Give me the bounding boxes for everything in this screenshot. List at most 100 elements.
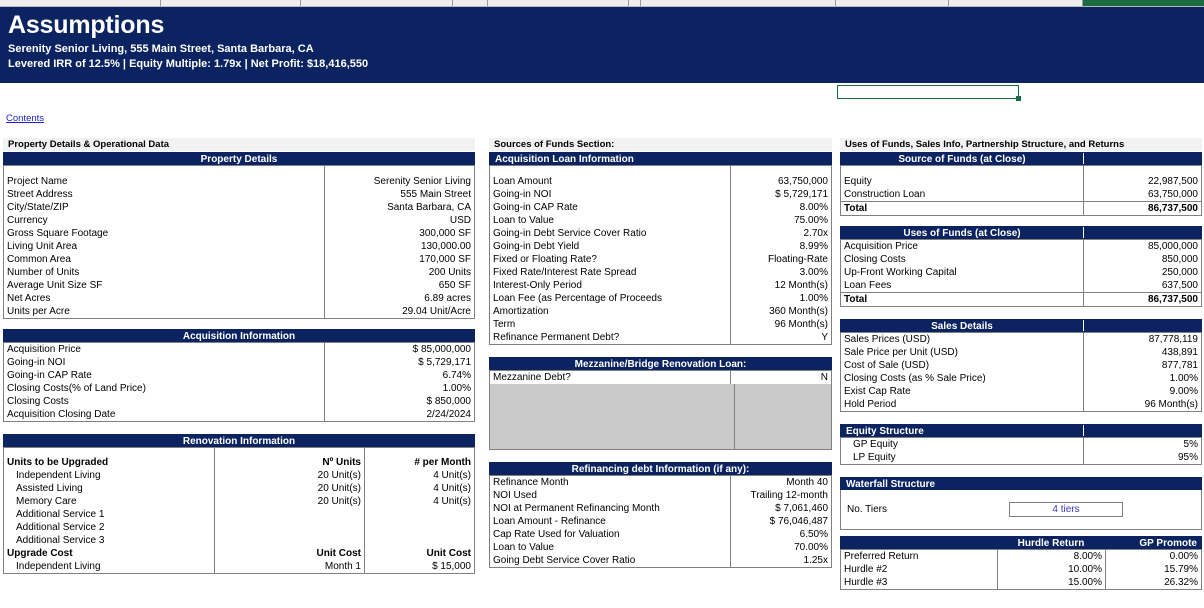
hurdle-value[interactable]: 15.00%: [997, 575, 1106, 590]
row-value[interactable]: 96 Month(s): [1083, 397, 1202, 412]
table-row: Preferred Return 8.00% 0.00%: [840, 548, 1202, 563]
row-value[interactable]: 85,000,000: [1083, 238, 1202, 253]
row-value[interactable]: 63,750,000: [1083, 187, 1202, 201]
row-value[interactable]: 3.00%: [730, 265, 832, 279]
row-value[interactable]: 650 SF: [324, 278, 475, 292]
row-value[interactable]: Santa Barbara, CA: [324, 200, 475, 214]
row-value[interactable]: 8.99%: [730, 239, 832, 253]
row-value[interactable]: 5%: [1083, 436, 1202, 451]
sales-details-header: Sales Details: [840, 318, 1202, 332]
row-value[interactable]: 4 Unit(s): [364, 482, 475, 495]
table-row: Going-in CAP Rate 6.74%: [3, 368, 475, 382]
row-value[interactable]: [214, 508, 365, 521]
row-value[interactable]: 4 Unit(s): [364, 495, 475, 508]
row-value[interactable]: $ 15,000: [364, 560, 475, 574]
row-value[interactable]: $ 76,046,487: [730, 514, 832, 528]
row-value[interactable]: 1.00%: [730, 291, 832, 305]
row-value[interactable]: [364, 521, 475, 534]
row-value[interactable]: 637,500: [1083, 278, 1202, 292]
row-value[interactable]: 12 Month(s): [730, 278, 832, 292]
row-value[interactable]: Month 40: [730, 474, 832, 489]
row-value[interactable]: Floating-Rate: [730, 252, 832, 266]
row-value[interactable]: 9.00%: [1083, 384, 1202, 398]
table-row: Going Debt Service Cover Ratio 1.25x: [489, 553, 832, 568]
row-value[interactable]: 2/24/2024: [324, 407, 475, 422]
row-value[interactable]: 1.00%: [1083, 371, 1202, 385]
contents-link[interactable]: Contents: [6, 113, 44, 124]
row-value[interactable]: [364, 534, 475, 547]
row-value[interactable]: 22,987,500: [1083, 174, 1202, 188]
row-value[interactable]: 555 Main Street: [324, 187, 475, 201]
promote-value[interactable]: 15.79%: [1105, 562, 1202, 576]
row-value[interactable]: $ 850,000: [324, 394, 475, 408]
row-value[interactable]: $ 85,000,000: [324, 341, 475, 356]
row-value[interactable]: 360 Month(s): [730, 304, 832, 318]
row-value[interactable]: 1.25x: [730, 553, 832, 568]
row-value[interactable]: 87,778,119: [1083, 331, 1202, 346]
row-value[interactable]: 438,891: [1083, 345, 1202, 359]
row-value[interactable]: $ 5,729,171: [730, 187, 832, 201]
row-label: Going-in NOI: [3, 355, 325, 369]
column-header-strip[interactable]: [0, 0, 1204, 7]
row-value[interactable]: N: [730, 369, 832, 384]
row-value[interactable]: 170,000 SF: [324, 252, 475, 266]
row-value[interactable]: 250,000: [1083, 265, 1202, 279]
row-value[interactable]: Month 1: [214, 560, 365, 574]
row-value[interactable]: $ 5,729,171: [324, 355, 475, 369]
hurdle-value[interactable]: 8.00%: [997, 548, 1106, 563]
row-label: Additional Service 3: [3, 534, 215, 547]
row-label: Common Area: [3, 252, 325, 266]
row-value[interactable]: $ 7,061,460: [730, 501, 832, 515]
hurdle-value[interactable]: 10.00%: [997, 562, 1106, 576]
table-row: Memory Care 20 Unit(s) 4 Unit(s): [3, 495, 475, 508]
row-value[interactable]: 6.50%: [730, 527, 832, 541]
active-cell-selection[interactable]: [837, 85, 1021, 101]
fill-handle[interactable]: [1016, 96, 1021, 101]
row-value[interactable]: 850,000: [1083, 252, 1202, 266]
row-value[interactable]: [214, 534, 365, 547]
mezzanine-block: Mezzanine/Bridge Renovation Loan: Mezzan…: [489, 356, 832, 450]
row-value[interactable]: 20 Unit(s): [214, 469, 365, 482]
row-label: Sales Prices (USD): [840, 331, 1084, 346]
no-tiers-select[interactable]: 4 tiers: [1009, 501, 1123, 517]
promote-value[interactable]: 26.32%: [1105, 575, 1202, 590]
row-value[interactable]: 20 Unit(s): [214, 495, 365, 508]
row-value[interactable]: Serenity Senior Living: [324, 174, 475, 188]
acquisition-loan-header: Acquisition Loan Information: [489, 152, 832, 165]
row-value[interactable]: 70.00%: [730, 540, 832, 554]
row-label: Acquisition Price: [840, 238, 1084, 253]
row-value[interactable]: [214, 521, 365, 534]
row-label: Average Unit Size SF: [3, 278, 325, 292]
row-value[interactable]: 4 Unit(s): [364, 469, 475, 482]
table-row: Fixed or Floating Rate? Floating-Rate: [489, 252, 832, 266]
equity-structure-value-header: [1083, 424, 1201, 436]
row-value[interactable]: 200 Units: [324, 265, 475, 279]
table-row: NOI at Permanent Refinancing Month $ 7,06…: [489, 501, 832, 515]
total-value[interactable]: 86,737,500: [1083, 200, 1202, 216]
row-value[interactable]: 63,750,000: [730, 174, 832, 188]
upgrade-cost-label: Upgrade Cost: [3, 547, 215, 560]
row-value[interactable]: 20 Unit(s): [214, 482, 365, 495]
row-value[interactable]: 29.04 Unit/Acre: [324, 304, 475, 319]
promote-value[interactable]: 0.00%: [1105, 548, 1202, 563]
row-value[interactable]: 1.00%: [324, 381, 475, 395]
row-value[interactable]: Trailing 12-month: [730, 488, 832, 502]
row-value[interactable]: 300,000 SF: [324, 226, 475, 240]
selected-column-header[interactable]: [1083, 0, 1204, 6]
source-of-funds-header: Source of Funds (at Close): [840, 152, 1202, 165]
row-value[interactable]: 75.00%: [730, 213, 832, 227]
row-value[interactable]: 95%: [1083, 450, 1202, 465]
total-value[interactable]: 86,737,500: [1083, 291, 1202, 307]
row-value[interactable]: 8.00%: [730, 200, 832, 214]
row-value[interactable]: 96 Month(s): [730, 317, 832, 331]
row-value[interactable]: 130,000.00: [324, 239, 475, 253]
property-details-header: Property Details: [3, 152, 475, 165]
row-value[interactable]: 2.70x: [730, 226, 832, 240]
row-value[interactable]: USD: [324, 213, 475, 227]
row-value[interactable]: 877,781: [1083, 358, 1202, 372]
row-value[interactable]: [364, 508, 475, 521]
row-value[interactable]: Y: [730, 330, 832, 345]
row-value[interactable]: 6.74%: [324, 368, 475, 382]
row-label: Refinance Month: [489, 474, 731, 489]
row-value[interactable]: 6.89 acres: [324, 291, 475, 305]
